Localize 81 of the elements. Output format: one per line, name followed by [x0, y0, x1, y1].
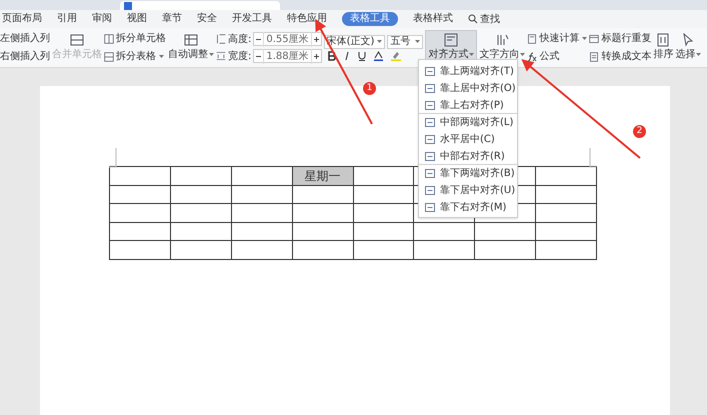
ribbon-tab[interactable]: 引用: [57, 12, 77, 26]
ribbon-tab[interactable]: 表格工具: [342, 12, 398, 26]
ribbon-tab[interactable]: 特色应用: [287, 12, 327, 26]
corner-mark: [589, 148, 597, 168]
height-label: 高度:: [228, 32, 252, 46]
menu-item[interactable]: 靠下右对齐(M): [419, 198, 517, 215]
align-icon: [443, 33, 460, 47]
height-value: 0.55厘米: [263, 32, 312, 46]
ribbon-tab[interactable]: 审阅: [92, 12, 112, 26]
height-spinner[interactable]: 0.55厘米: [253, 32, 322, 46]
document-tab[interactable]: [120, 1, 280, 10]
repeat-header-button[interactable]: 标题行重复: [589, 31, 652, 46]
menu-item[interactable]: 靠下居中对齐(U): [419, 181, 517, 198]
caret-icon: [159, 55, 164, 58]
ribbon-tab[interactable]: 表格样式: [413, 12, 453, 26]
formula-button[interactable]: 公式: [527, 49, 588, 64]
table-icon: [589, 34, 600, 44]
insert-left-button[interactable]: 左侧插入列: [0, 31, 50, 46]
plus-icon: [312, 36, 321, 42]
split-table-icon: [104, 52, 114, 62]
bold-icon[interactable]: [328, 50, 336, 60]
step-badge: 1: [363, 82, 376, 95]
font-size-select[interactable]: 五号: [387, 34, 424, 48]
caret-icon: [582, 37, 588, 40]
align-option-icon: [425, 84, 435, 92]
menu-item[interactable]: 中部两端对齐(L): [419, 113, 517, 130]
document-icon: [124, 2, 132, 10]
italic-icon[interactable]: [344, 50, 350, 60]
search-icon: [468, 14, 478, 24]
align-option-icon: [425, 134, 435, 144]
corner-mark: [109, 148, 117, 168]
text-direction-button[interactable]: 文字方向: [479, 33, 526, 62]
ribbon-tab[interactable]: 章节: [162, 12, 182, 26]
align-option-icon: [425, 152, 435, 160]
ribbon-tab[interactable]: 安全: [197, 12, 217, 26]
width-icon: [216, 51, 226, 61]
width-spinner[interactable]: 1.88厘米: [253, 49, 322, 63]
function-icon: [527, 52, 538, 62]
ribbon-tab[interactable]: 页面布局: [2, 12, 42, 26]
split-cells-button[interactable]: 拆分单元格: [104, 31, 166, 46]
align-option-icon: [425, 202, 435, 212]
caret-icon: [696, 53, 702, 56]
align-option-icon: [425, 186, 435, 194]
search-label: 查找: [480, 12, 500, 26]
width-value: 1.88厘米: [263, 48, 312, 64]
highlight-icon[interactable]: [390, 50, 401, 60]
caret-icon: [520, 53, 526, 56]
convert-to-text-button[interactable]: 转换成文本: [589, 49, 652, 64]
align-option-icon: [425, 118, 435, 126]
split-table-button[interactable]: 拆分表格: [104, 49, 166, 64]
caret-icon: [209, 53, 214, 56]
autofit-button[interactable]: 自动调整: [168, 33, 214, 62]
underline-icon[interactable]: [358, 50, 366, 60]
ribbon-tab[interactable]: 开发工具: [232, 12, 272, 26]
align-option-icon: [425, 168, 435, 178]
table-cell: 星期一: [292, 167, 354, 186]
menu-item[interactable]: 靠上居中对齐(O): [419, 79, 517, 96]
menu-item[interactable]: 中部右对齐(R): [419, 147, 517, 164]
search-button[interactable]: 查找: [468, 12, 500, 26]
align-option-icon: [425, 100, 435, 110]
ribbon-tab[interactable]: 视图: [127, 12, 147, 26]
plus-icon: [312, 52, 321, 60]
select-button[interactable]: 选择: [675, 33, 702, 62]
insert-right-button[interactable]: 右侧插入列: [0, 49, 50, 64]
table-icon: [183, 33, 199, 47]
width-label: 宽度:: [228, 50, 252, 64]
align-option-icon: [425, 66, 435, 76]
quick-calc-button[interactable]: 快速计算: [527, 31, 588, 46]
caret-icon: [415, 40, 420, 43]
merge-icon: [69, 33, 85, 47]
menu-item[interactable]: 靠上右对齐(P): [419, 96, 517, 113]
split-cells-icon: [104, 34, 114, 44]
font-color-icon[interactable]: [374, 50, 383, 60]
caret-icon: [469, 53, 474, 56]
menu-item[interactable]: 靠下两端对齐(B): [419, 164, 517, 181]
menu-item[interactable]: 水平居中(C): [419, 130, 517, 147]
caret-icon: [377, 40, 382, 43]
document-icon: [589, 52, 600, 62]
cursor-icon: [681, 33, 696, 47]
height-icon: [216, 34, 226, 44]
sort-button[interactable]: 排序: [653, 33, 674, 62]
